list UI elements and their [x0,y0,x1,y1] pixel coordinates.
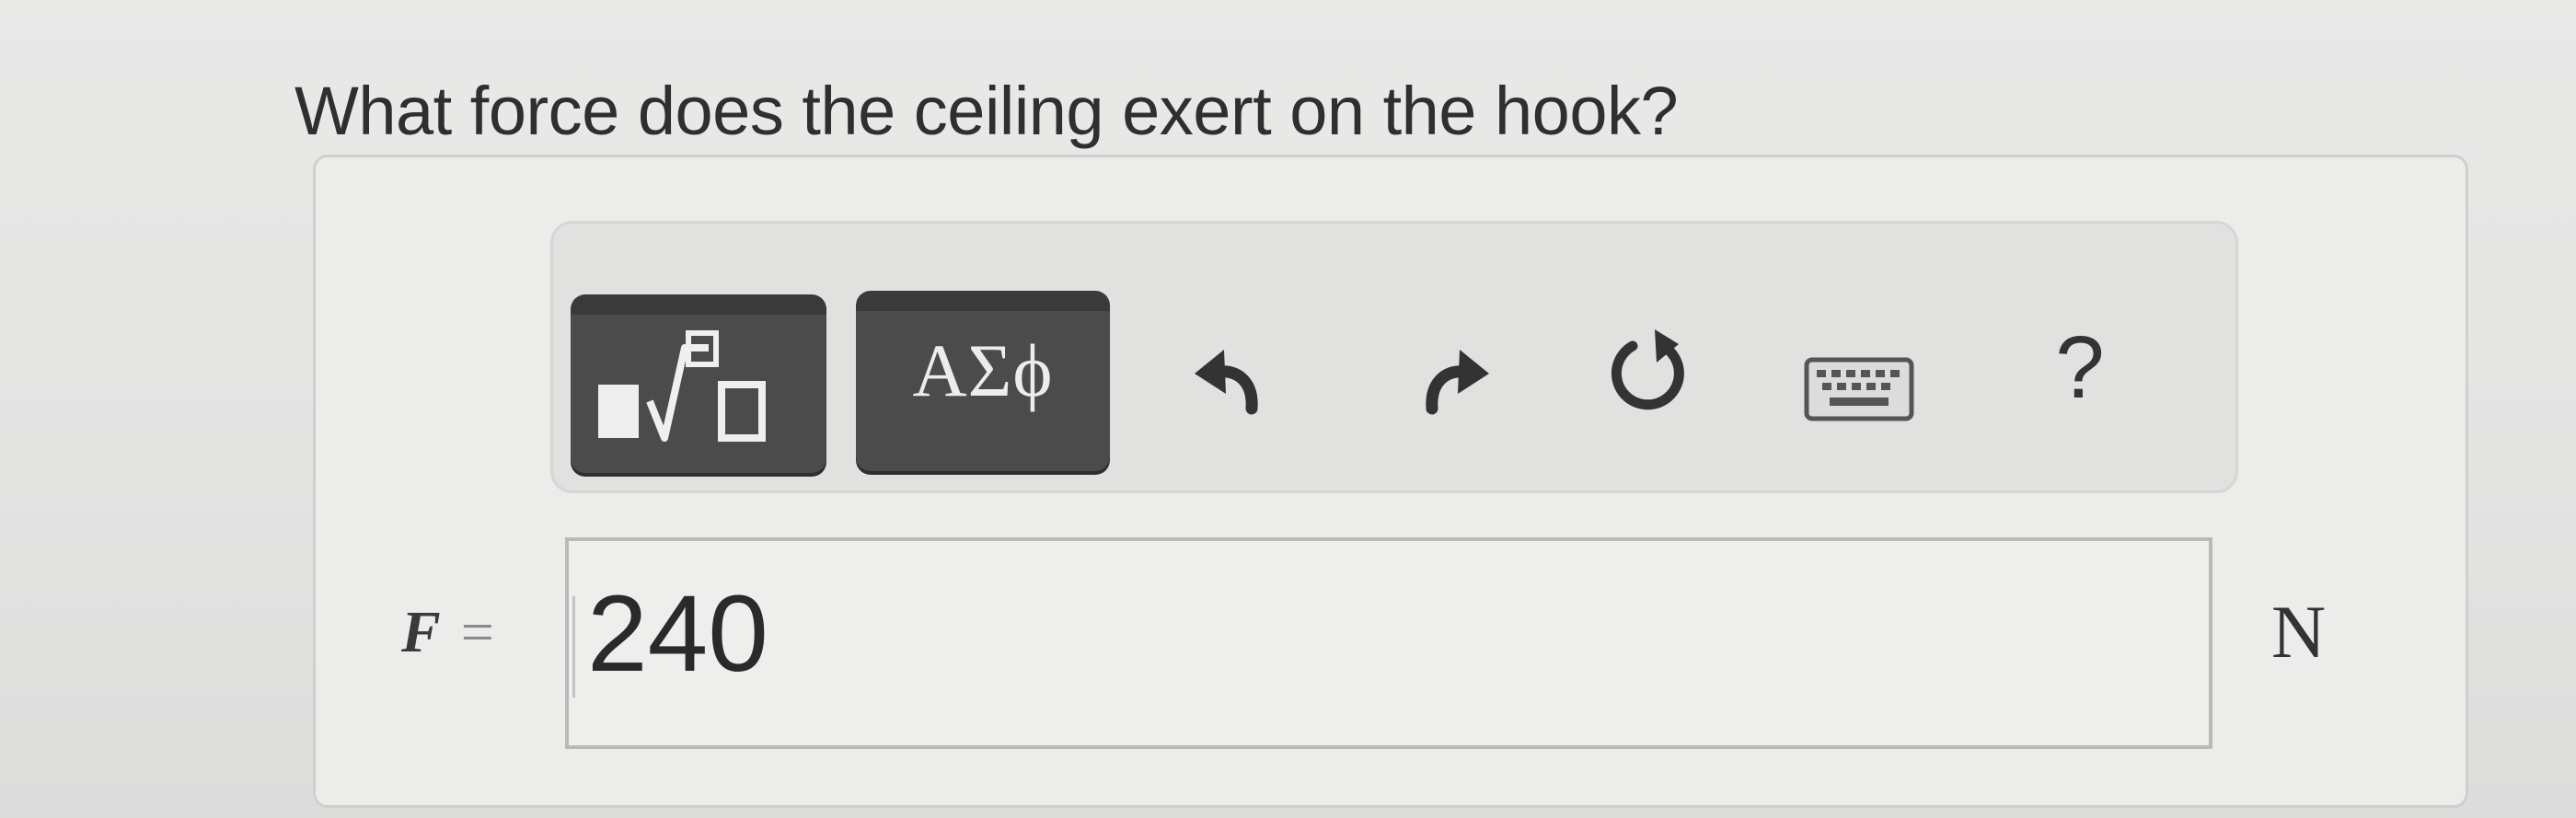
equals-sign: = [460,599,494,664]
redo-arrow-icon [1426,350,1489,415]
variable-name: F [401,599,441,664]
reset-circle-icon [1611,329,1684,410]
redo-button[interactable] [1408,337,1496,425]
undo-button[interactable] [1187,337,1276,425]
answer-value: 240 [587,573,768,695]
input-cursor [572,596,575,697]
greek-symbols-label: ΑΣϕ [912,328,1054,412]
undo-arrow-icon [1195,350,1258,415]
question-text: What force does the ceiling exert on the… [295,73,1679,149]
reset-button[interactable] [1601,324,1697,420]
templates-button[interactable] [571,294,826,473]
keyboard-icon [1804,357,1914,421]
unit-label: N [2271,590,2327,674]
greek-symbols-button[interactable]: ΑΣϕ [856,291,1110,471]
answer-input[interactable]: 240 [565,537,2212,749]
fraction-root-template-icon [598,330,766,442]
variable-label: F = [401,598,494,666]
keyboard-button[interactable] [1804,357,1914,421]
help-button[interactable]: ? [2041,313,2119,423]
